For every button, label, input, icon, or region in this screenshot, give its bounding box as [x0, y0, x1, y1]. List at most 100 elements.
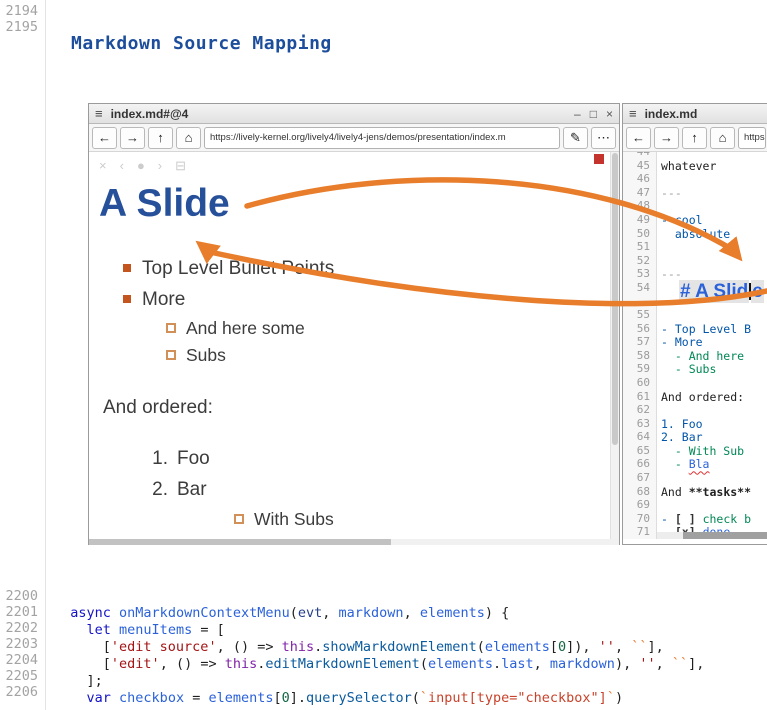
line-number: 51 [623, 240, 657, 254]
ordered-text: With Subs [254, 509, 334, 529]
ordered-list: 1.Foo2.BarWith Subs [103, 443, 334, 533]
editor-line: 61And ordered: [623, 390, 767, 404]
edit-button[interactable]: ✎ [563, 127, 588, 149]
menu-icon[interactable]: ≡ [629, 106, 637, 121]
slide-bullet-list: Top Level Bullet PointsMoreAnd here some… [123, 253, 334, 369]
browser-window-source: ≡ index.md ← → ↑ ⌂ https 4445whatever464… [622, 103, 767, 545]
line-number: 2201 [0, 604, 38, 620]
editor-line: 57- More [623, 335, 767, 349]
print-icon[interactable]: ⊟ [175, 158, 186, 174]
minimize-button[interactable]: – [574, 104, 581, 124]
line-number: 61 [623, 390, 657, 404]
line-number: 62 [623, 403, 657, 417]
screenshot-figure: ≡ index.md#@4 – □ × ← → ↑ ⌂ https://live… [85, 103, 767, 545]
horizontal-scrollbar[interactable] [89, 539, 619, 545]
bullet-text: More [142, 289, 185, 310]
line-number: 57 [623, 335, 657, 349]
editor-line: 70- [ ] check b [623, 512, 767, 526]
line-number: 69 [623, 498, 657, 512]
line-number: 66 [623, 457, 657, 471]
document-heading: Markdown Source Mapping [71, 33, 332, 54]
line-number: 56 [623, 322, 657, 336]
editor-line: 642. Bar [623, 430, 767, 444]
bullet-text: Subs [186, 345, 226, 365]
ellipsis-icon: ⋯ [597, 130, 610, 146]
slide-bullet-item: And here some [123, 315, 334, 342]
editor-line: 67 [623, 471, 767, 485]
bullet-text: And here some [186, 318, 305, 338]
window-titlebar[interactable]: ≡ index.md [623, 104, 767, 124]
slide-ordered-section: And ordered: 1.Foo2.BarWith Subs [103, 397, 334, 533]
forward-button[interactable]: → [120, 127, 145, 149]
line-number: 59 [623, 362, 657, 376]
line-number: 2205 [0, 668, 38, 684]
editor-line: 51 [623, 240, 767, 254]
ordered-text: Foo [177, 448, 210, 469]
gutter-separator [45, 0, 46, 710]
ordered-item: 1.Foo [103, 443, 334, 474]
menu-icon[interactable]: ≡ [95, 106, 103, 121]
home-icon: ⌂ [185, 130, 193, 145]
close-icon[interactable]: × [99, 158, 107, 174]
back-icon: ← [632, 130, 645, 145]
scrollbar-thumb[interactable] [683, 532, 767, 539]
next-slide-icon[interactable]: › [158, 158, 162, 174]
vertical-scrollbar[interactable] [610, 152, 619, 539]
forward-icon: → [126, 130, 139, 145]
editor-line: 68And **tasks** [623, 485, 767, 499]
line-number: 53 [623, 267, 657, 281]
ordered-text: Bar [177, 479, 207, 500]
code-line: ['edit source', () => this.showMarkdownE… [54, 639, 704, 656]
url-input[interactable]: https://lively-kernel.org/lively4/lively… [204, 127, 560, 149]
maximize-button[interactable]: □ [590, 104, 597, 124]
up-icon: ↑ [157, 130, 164, 145]
line-number: 46 [623, 172, 657, 186]
home-button[interactable]: ⌂ [176, 127, 201, 149]
line-number: 63 [623, 417, 657, 431]
slide-content[interactable]: × ‹ ● › ⊟ A Slide Top Level Bullet PointsMor… [89, 152, 619, 539]
back-button[interactable]: ← [626, 127, 651, 149]
slide-heading: A Slide [99, 182, 230, 226]
code-line [54, 588, 704, 605]
current-slide-icon[interactable]: ● [137, 158, 145, 174]
line-number: 2202 [0, 620, 38, 636]
line-number: 2206 [0, 684, 38, 700]
close-button[interactable]: × [606, 104, 613, 124]
home-button[interactable]: ⌂ [710, 127, 735, 149]
scrollbar-thumb[interactable] [89, 539, 391, 545]
line-number: 71 [623, 525, 657, 539]
forward-button[interactable]: → [654, 127, 679, 149]
slide-bullet-item: Subs [123, 342, 334, 369]
source-editor[interactable]: 4445whatever4647---4849- cool50 absolute… [623, 152, 767, 539]
editor-line: 55 [623, 308, 767, 322]
back-button[interactable]: ← [92, 127, 117, 149]
more-button[interactable]: ⋯ [591, 127, 616, 149]
window-titlebar[interactable]: ≡ index.md#@4 – □ × [89, 104, 619, 124]
outer-code-block[interactable]: async onMarkdownContextMenu(evt, markdow… [54, 588, 704, 707]
line-number: 2203 [0, 636, 38, 652]
editor-line: 65 - With Sub [623, 444, 767, 458]
editor-gutter-top: 21942195 [0, 3, 38, 35]
bullet-icon [123, 295, 131, 303]
url-input[interactable]: https [738, 127, 766, 149]
editor-line: 66 - Bla [623, 457, 767, 471]
bullet-icon [234, 514, 244, 524]
editor-line: 47--- [623, 186, 767, 200]
editor-line: 45whatever [623, 159, 767, 173]
editor-line: 52 [623, 254, 767, 268]
scrollbar-thumb[interactable] [612, 153, 618, 445]
up-button[interactable]: ↑ [682, 127, 707, 149]
editor-line: 44 [623, 152, 767, 159]
horizontal-scrollbar[interactable] [657, 532, 767, 539]
editor-line: 631. Foo [623, 417, 767, 431]
ordered-item: With Subs [103, 505, 334, 533]
prev-slide-icon[interactable]: ‹ [120, 158, 124, 174]
editor-line: 53--- [623, 267, 767, 281]
editor-line: 58 - And here [623, 349, 767, 363]
line-number: 52 [623, 254, 657, 268]
up-button[interactable]: ↑ [148, 127, 173, 149]
line-number: 2194 [0, 3, 38, 19]
line-number: 65 [623, 444, 657, 458]
editor-line: 56- Top Level B [623, 322, 767, 336]
window-title: index.md#@4 [111, 107, 565, 121]
